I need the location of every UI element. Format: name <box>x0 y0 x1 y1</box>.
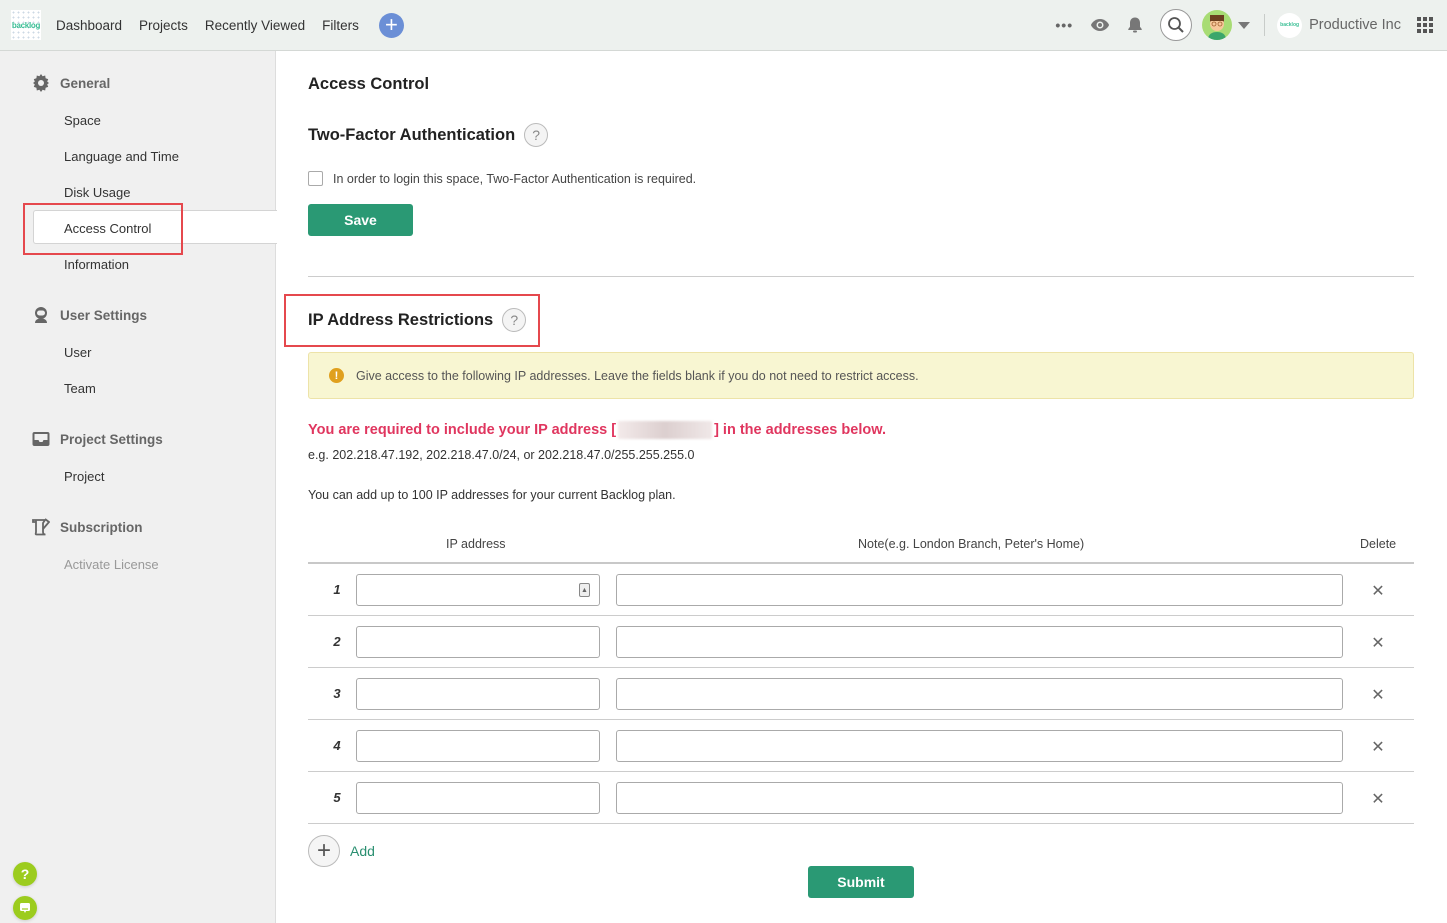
row-number: 5 <box>333 790 341 805</box>
nav-filters[interactable]: Filters <box>322 18 359 33</box>
sidebar-item-language-and-time[interactable]: Language and Time <box>64 149 179 164</box>
top-right-toolbar: ••• backlog Productive Inc <box>1055 0 1447 50</box>
inbox-icon <box>32 430 50 448</box>
ip-address-input[interactable] <box>356 678 600 710</box>
more-icon[interactable]: ••• <box>1055 17 1073 33</box>
delete-row-icon[interactable]: ✕ <box>1369 790 1387 808</box>
delete-row-icon[interactable]: ✕ <box>1369 686 1387 704</box>
ip-example-text: e.g. 202.218.47.192, 202.218.47.0/24, or… <box>308 448 695 462</box>
annotation-highlight-access-control <box>23 203 183 255</box>
chat-button[interactable] <box>13 896 37 920</box>
sidebar-item-team[interactable]: Team <box>64 381 96 396</box>
plus-icon: + <box>384 12 398 37</box>
row-divider <box>308 615 1414 616</box>
nav-recently-viewed[interactable]: Recently Viewed <box>205 18 305 33</box>
tfa-heading: Two-Factor Authentication ? <box>308 123 549 147</box>
toolbar-divider <box>1264 14 1266 36</box>
add-row-label: Add <box>350 843 375 859</box>
sidebar-section-subscription: Subscription <box>32 518 143 536</box>
sidebar-item-project[interactable]: Project <box>64 469 104 484</box>
save-button[interactable]: Save <box>308 204 413 236</box>
row-number: 2 <box>333 634 341 649</box>
section-divider <box>308 276 1414 277</box>
redacted-ip <box>618 421 713 439</box>
warning-icon: ! <box>329 368 344 383</box>
sidebar-item-space[interactable]: Space <box>64 113 101 128</box>
alert-text: Give access to the following IP addresse… <box>356 368 919 383</box>
sidebar-section-general: General <box>32 74 110 92</box>
eye-icon[interactable] <box>1090 18 1110 32</box>
column-header-note: Note(e.g. London Branch, Peter's Home) <box>858 537 1085 551</box>
ip-limit-text: You can add up to 100 IP addresses for y… <box>308 488 676 502</box>
delete-row-icon[interactable]: ✕ <box>1369 634 1387 652</box>
space-logo: backlog <box>1277 12 1303 38</box>
add-row-button[interactable]: + Add <box>308 835 375 867</box>
tfa-required-checkbox[interactable] <box>308 171 323 186</box>
table-header-divider <box>308 562 1414 564</box>
plus-icon: + <box>308 835 340 867</box>
autofill-icon[interactable]: ▲ <box>579 583 590 597</box>
sidebar-item-user[interactable]: User <box>64 345 91 360</box>
top-nav-bar: backlog Dashboard Projects Recently View… <box>0 0 1447 51</box>
ip-address-input[interactable] <box>356 626 600 658</box>
chat-icon <box>20 903 30 913</box>
help-button[interactable]: ? <box>13 862 37 886</box>
note-input[interactable] <box>616 678 1343 710</box>
sidebar-item-information[interactable]: Information <box>64 257 129 272</box>
tfa-help-icon[interactable]: ? <box>524 123 549 147</box>
sidebar-section-project-settings: Project Settings <box>32 430 163 448</box>
note-input[interactable] <box>616 626 1343 658</box>
help-icon: ? <box>20 866 30 882</box>
bell-icon[interactable] <box>1126 16 1144 34</box>
column-header-delete: Delete <box>1360 537 1397 551</box>
annotation-highlight-ip-restrictions <box>284 294 540 347</box>
row-number: 1 <box>333 582 341 597</box>
sidebar-section-user-settings: User Settings <box>32 306 147 324</box>
ip-address-input[interactable] <box>356 574 600 606</box>
tfa-required-label: In order to login this space, Two-Factor… <box>333 171 697 186</box>
sidebar: General Space Language and Time Disk Usa… <box>0 51 277 923</box>
row-divider <box>308 719 1414 720</box>
avatar[interactable] <box>1202 10 1233 40</box>
ip-address-input[interactable] <box>356 782 600 814</box>
row-divider <box>308 667 1414 668</box>
column-header-ip: IP address <box>446 537 506 551</box>
submit-button[interactable]: Submit <box>808 866 914 898</box>
search-button[interactable] <box>1160 9 1193 41</box>
row-number: 4 <box>333 738 341 753</box>
add-button[interactable]: + <box>378 12 404 38</box>
tfa-required-row[interactable]: In order to login this space, Two-Factor… <box>308 171 696 186</box>
ip-info-alert: ! Give access to the following IP addres… <box>308 352 1414 399</box>
sidebar-item-disk-usage[interactable]: Disk Usage <box>64 185 130 200</box>
space-name[interactable]: Productive Inc <box>1309 17 1401 33</box>
nav-projects[interactable]: Projects <box>139 18 188 33</box>
row-number: 3 <box>333 686 341 701</box>
note-input[interactable] <box>616 730 1343 762</box>
row-divider <box>308 823 1414 824</box>
search-icon <box>1168 17 1184 33</box>
delete-row-icon[interactable]: ✕ <box>1369 738 1387 756</box>
apps-grid-icon[interactable] <box>1417 17 1433 33</box>
user-icon <box>32 306 50 324</box>
ip-address-input[interactable] <box>356 730 600 762</box>
required-ip-message: You are required to include your IP addr… <box>308 421 886 439</box>
gear-icon <box>32 74 50 92</box>
delete-row-icon[interactable]: ✕ <box>1369 582 1387 600</box>
note-input[interactable] <box>616 782 1343 814</box>
caret-down-icon[interactable] <box>1238 21 1251 29</box>
page-title: Access Control <box>308 75 430 93</box>
backlog-logo[interactable]: backlog <box>11 10 41 40</box>
row-divider <box>308 771 1414 772</box>
main-content: Access Control Two-Factor Authentication… <box>277 51 1447 923</box>
scroll-icon <box>32 518 50 536</box>
note-input[interactable] <box>616 574 1343 606</box>
nav-dashboard[interactable]: Dashboard <box>56 18 122 33</box>
sidebar-item-activate-license[interactable]: Activate License <box>64 557 159 572</box>
